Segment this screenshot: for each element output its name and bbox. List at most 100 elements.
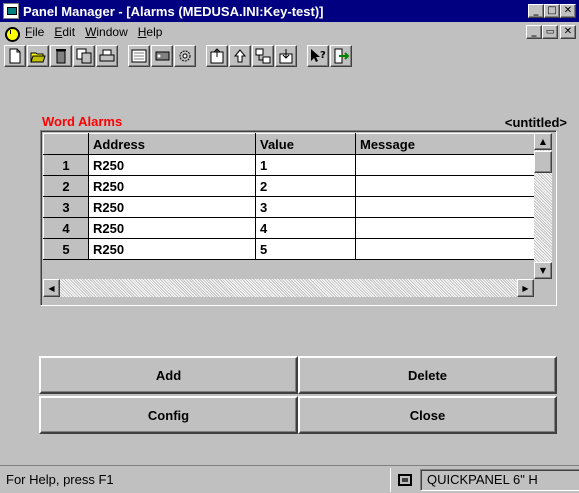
config-button[interactable]: Config [39,396,298,434]
close-panel-button[interactable]: Close [298,396,557,434]
download-button[interactable] [275,45,297,67]
message-cell[interactable] [355,154,535,176]
keypad-icon [131,49,147,63]
arrow-down-icon: ▼ [539,266,547,275]
device-status: QUICKPANEL 6" H [420,469,579,491]
menu-window[interactable]: Window [85,25,128,39]
transfer-up-icon [233,49,247,63]
arrow-left-icon: ◀ [48,283,55,293]
scroll-right-button[interactable]: ▶ [517,279,534,297]
panel-app-icon[interactable] [3,3,19,19]
scrollbar-corner [534,279,552,297]
menu-help[interactable]: Help [138,25,163,39]
network-button[interactable] [252,45,274,67]
svg-text:?: ? [320,50,326,61]
scroll-left-button[interactable]: ◀ [43,279,60,297]
address-cell[interactable]: R250 [88,175,256,197]
alarm-clock-icon[interactable] [3,24,20,42]
column-header-message[interactable]: Message [355,133,535,155]
restore-icon: ▭ [545,26,555,37]
table-row: 5 R250 5 [43,238,535,260]
new-button[interactable] [4,45,26,67]
exit-button[interactable] [330,45,352,67]
alarm-table: Address Value Message 1 R250 1 2 R250 2 [43,133,535,260]
address-cell[interactable]: R250 [88,217,256,239]
print-icon [99,49,115,62]
tag-icon [155,51,170,61]
tag-button[interactable] [151,45,173,67]
table-header-row: Address Value Message [43,133,535,155]
row-number[interactable]: 5 [43,238,89,260]
message-cell[interactable] [355,217,535,239]
delete-button[interactable]: Delete [298,356,557,394]
settings-button[interactable] [174,45,196,67]
scroll-up-button[interactable]: ▲ [534,133,552,150]
alarm-panel: Word Alarms <untitled> Address Value Mes… [0,106,579,462]
message-cell[interactable] [355,196,535,218]
status-text: For Help, press F1 [6,472,114,487]
print-button[interactable] [96,45,118,67]
child-minimize-button[interactable]: _ [526,25,542,39]
child-restore-button[interactable]: ▭ [542,25,558,39]
row-number[interactable]: 1 [43,154,89,176]
address-cell[interactable]: R250 [88,238,256,260]
value-cell[interactable]: 4 [255,217,356,239]
value-cell[interactable]: 5 [255,238,356,260]
document-name: <untitled> [504,115,567,130]
scroll-down-button[interactable]: ▼ [534,262,552,279]
copy-button[interactable] [73,45,95,67]
status-separator [390,468,391,492]
arrow-up-icon: ▲ [539,137,547,146]
delete-button[interactable] [50,45,72,67]
transfer-up-button[interactable] [229,45,251,67]
address-cell[interactable]: R250 [88,154,256,176]
value-cell[interactable]: 2 [255,175,356,197]
settings-icon [179,50,191,62]
vertical-scrollbar[interactable]: ▲ ▼ [534,133,552,279]
column-header-value[interactable]: Value [255,133,356,155]
value-cell[interactable]: 1 [255,154,356,176]
table-row: 3 R250 3 [43,196,535,218]
column-header-address[interactable]: Address [88,133,256,155]
upload-button[interactable] [206,45,228,67]
download-icon [279,49,293,64]
minimize-button[interactable]: _ [528,4,544,18]
menu-bar: File Edit Window Help _ ▭ ✕ [0,22,579,42]
row-number[interactable]: 4 [43,217,89,239]
scroll-thumb[interactable] [534,151,552,173]
table-row: 1 R250 1 [43,154,535,176]
horizontal-scrollbar[interactable]: ◀ ▶ [43,279,534,297]
context-help-icon: ? [311,49,326,62]
exit-icon [334,48,349,64]
new-icon [9,48,21,64]
row-number[interactable]: 2 [43,175,89,197]
close-icon: ✕ [563,26,573,37]
child-close-button[interactable]: ✕ [560,25,576,39]
menu-file[interactable]: File [25,25,44,39]
message-cell[interactable] [355,175,535,197]
keypad-button[interactable] [128,45,150,67]
add-button[interactable]: Add [39,356,298,394]
upload-icon [210,48,224,64]
minimize-icon: _ [531,26,537,37]
message-cell[interactable] [355,238,535,260]
window-title: Panel Manager - [Alarms (MEDUSA.INI:Key-… [23,3,324,19]
menu-file-rest: ile [32,25,45,39]
device-icon [398,474,412,486]
open-icon [30,52,46,63]
alarm-grid[interactable]: Address Value Message 1 R250 1 2 R250 2 [40,130,557,306]
context-help-button[interactable]: ? [307,45,329,67]
open-button[interactable] [27,45,49,67]
copy-icon [76,48,92,64]
row-number[interactable]: 3 [43,196,89,218]
address-cell[interactable]: R250 [88,196,256,218]
title-bar[interactable]: Panel Manager - [Alarms (MEDUSA.INI:Key-… [0,0,579,22]
toolbar: ? [0,43,579,73]
row-header-corner [43,133,89,155]
minimize-icon: _ [533,5,539,16]
maximize-icon: □ [547,5,557,16]
close-button[interactable]: ✕ [560,4,576,18]
maximize-button[interactable]: □ [544,4,560,18]
menu-edit[interactable]: Edit [54,25,75,39]
value-cell[interactable]: 3 [255,196,356,218]
